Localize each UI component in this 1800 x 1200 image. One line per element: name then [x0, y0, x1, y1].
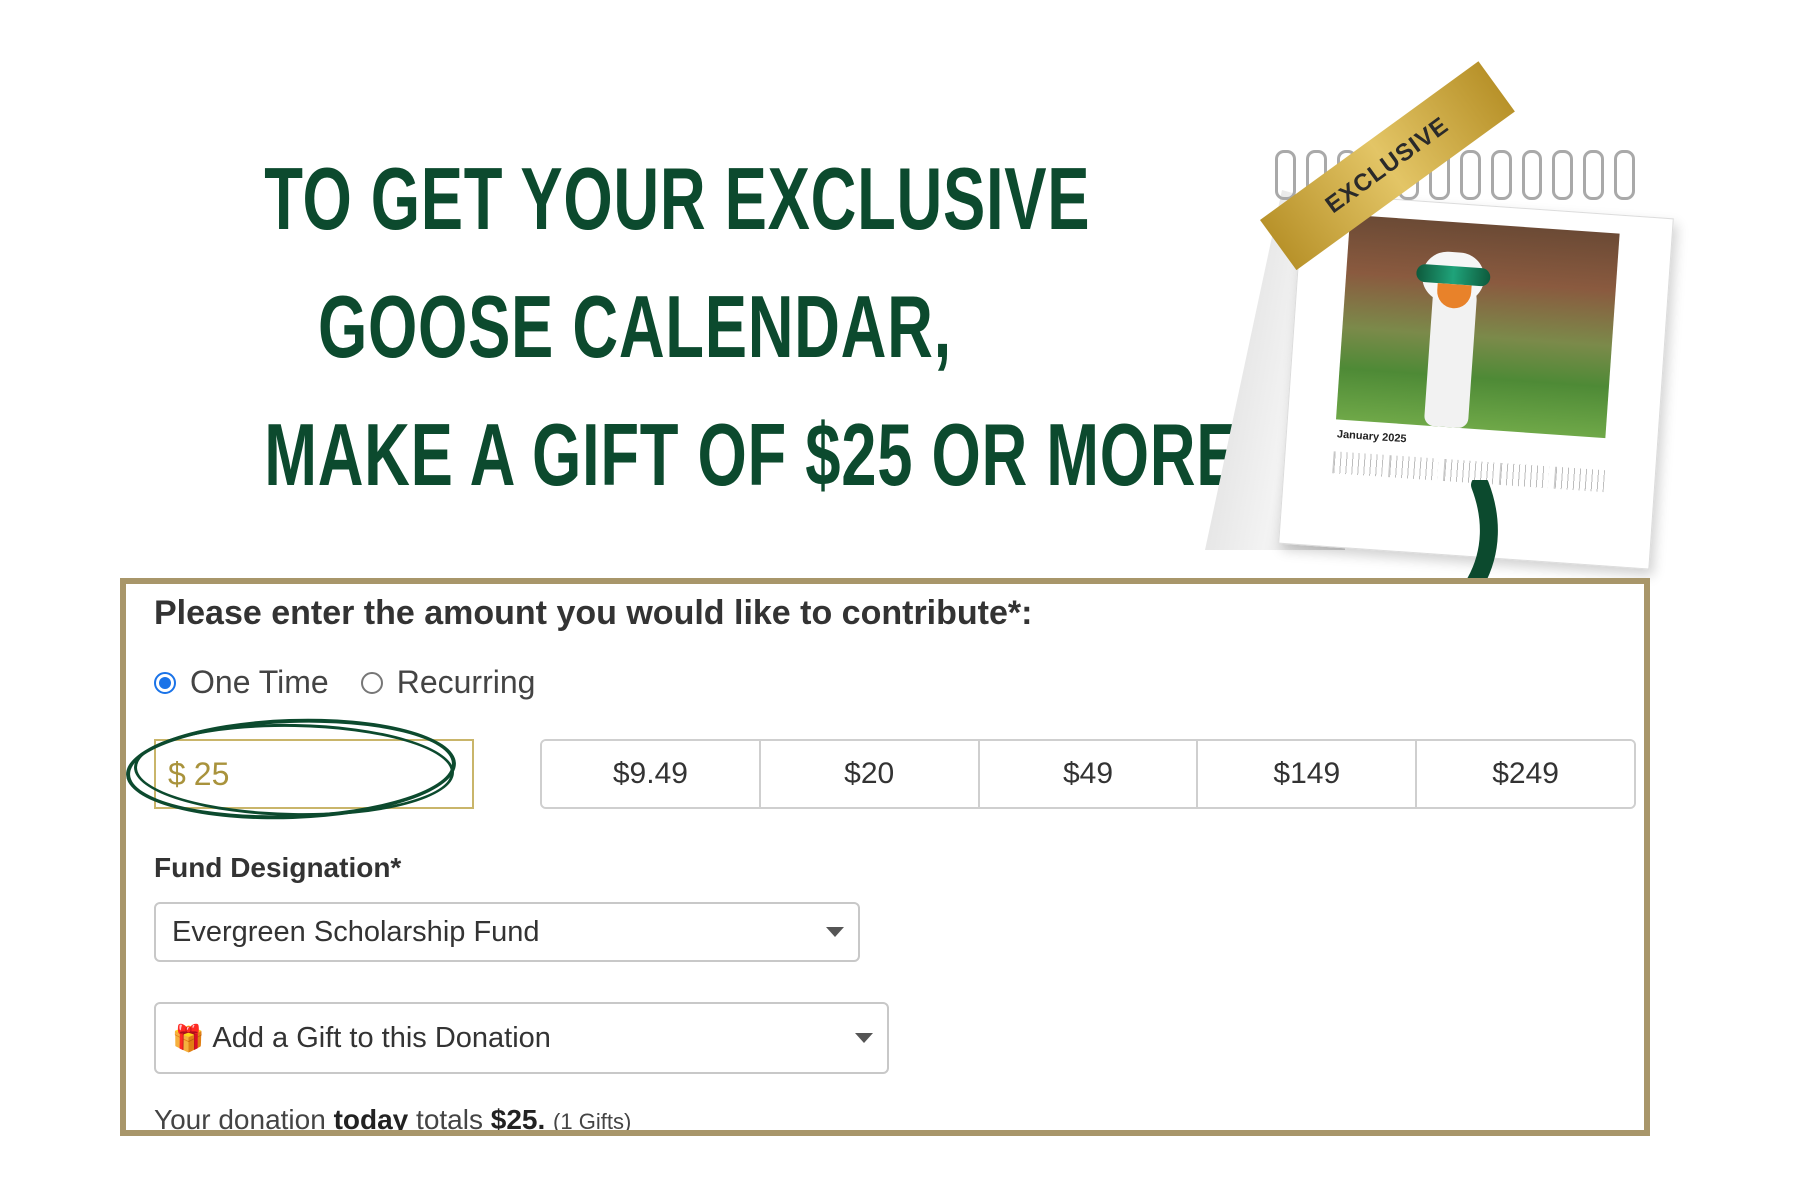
recurring-label[interactable]: Recurring [397, 664, 536, 701]
amount-prompt: Please enter the amount you would like t… [154, 594, 1033, 632]
fund-designation-label: Fund Designation* [154, 852, 402, 883]
total-middle: totals [416, 1104, 483, 1135]
preset-button[interactable]: $49 [979, 741, 1199, 807]
frequency-options: One Time Recurring [154, 664, 567, 701]
amount-value[interactable]: 25 [194, 756, 230, 793]
donation-form: Please enter the amount you would like t… [120, 578, 1650, 1136]
preset-button[interactable]: $249 [1417, 741, 1634, 807]
fund-selected-value: Evergreen Scholarship Fund [172, 915, 540, 948]
headline-line-1: To get your exclusive [264, 149, 1091, 248]
recurring-radio[interactable] [360, 671, 383, 694]
preset-button[interactable]: $149 [1198, 741, 1418, 807]
fund-designation-select[interactable]: Evergreen Scholarship Fund [154, 902, 860, 962]
total-amount: $25. [490, 1104, 546, 1135]
gift-icon: 🎁 [172, 1022, 205, 1053]
donation-total: Your donation today totals $25. (1 Gifts… [154, 1104, 632, 1135]
chevron-down-icon [855, 1033, 873, 1043]
preset-amounts: $9.49 $20 $49 $149 $249 [540, 739, 1636, 809]
promo-headline: To get your exclusive goose calendar, ma… [120, 135, 1262, 519]
total-prefix: Your donation [154, 1104, 326, 1135]
headline-line-2: goose calendar, [318, 277, 952, 376]
preset-button[interactable]: $9.49 [542, 741, 761, 807]
chevron-down-icon [826, 927, 844, 937]
headline-line-3: make a gift of $25 or more! [264, 405, 1262, 504]
currency-symbol: $ [168, 755, 186, 792]
preset-button[interactable]: $20 [760, 741, 980, 807]
one-time-label[interactable]: One Time [190, 664, 329, 701]
amount-input[interactable]: $ 25 [154, 739, 474, 809]
gift-selected-value: Add a Gift to this Donation [212, 1021, 551, 1054]
total-gifts-count: (1 Gifts) [553, 1109, 632, 1134]
one-time-radio[interactable] [154, 671, 176, 694]
add-gift-select[interactable]: 🎁 Add a Gift to this Donation [154, 1002, 889, 1074]
total-today: today [333, 1104, 409, 1135]
calendar-month-label: January 2025 [1336, 428, 1407, 446]
goose-photo [1335, 214, 1620, 439]
